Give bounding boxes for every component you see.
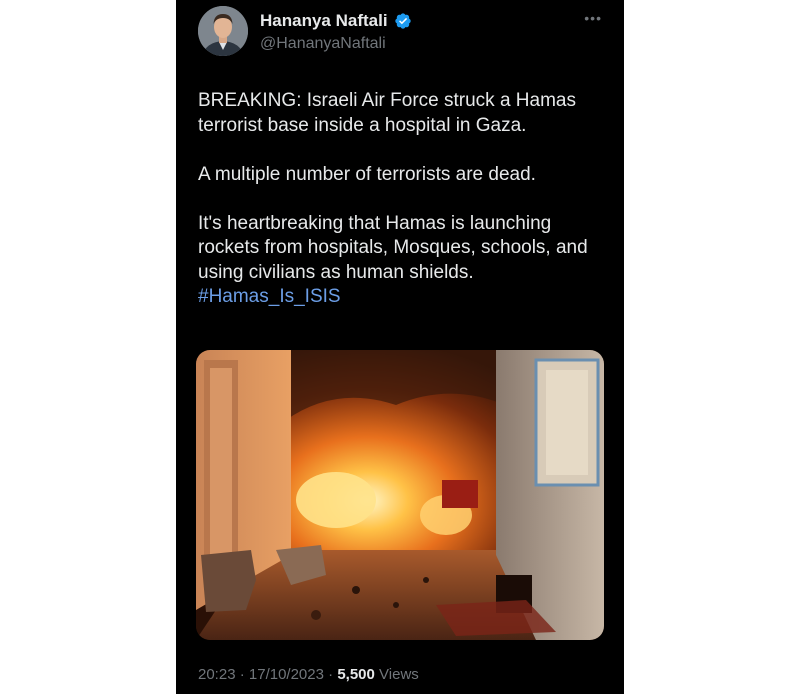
- more-options-icon[interactable]: •••: [584, 10, 602, 26]
- attached-photo: [196, 350, 604, 640]
- meta-separator: ·: [239, 666, 245, 683]
- tweet-date[interactable]: 17/10/2023: [249, 666, 324, 683]
- author-handle[interactable]: @HananyaNaftali: [260, 35, 386, 53]
- tweet-meta: 20:23 · 17/10/2023 · 5,500 Views: [198, 666, 419, 683]
- hashtag-link[interactable]: #Hamas_Is_ISIS: [198, 285, 608, 310]
- author-name-row: Hananya Naftali: [260, 11, 412, 31]
- tweet-media-photo[interactable]: [196, 350, 604, 640]
- verified-badge-icon: [394, 12, 412, 30]
- views-label: Views: [379, 666, 419, 683]
- tweet-body: BREAKING: Israeli Air Force struck a Ham…: [198, 89, 608, 310]
- tweet-paragraph-text: It's heartbreaking that Hamas is launchi…: [198, 212, 588, 283]
- tweet-paragraph: It's heartbreaking that Hamas is launchi…: [198, 212, 608, 310]
- author-display-name[interactable]: Hananya Naftali: [260, 11, 388, 31]
- tweet-card: Hananya Naftali @HananyaNaftali ••• BREA…: [176, 0, 624, 694]
- author-avatar[interactable]: [198, 6, 248, 56]
- avatar-image: [198, 6, 248, 56]
- tweet-time[interactable]: 20:23: [198, 666, 236, 683]
- tweet-paragraph: A multiple number of terrorists are dead…: [198, 163, 536, 185]
- meta-separator: ·: [328, 666, 334, 683]
- tweet-paragraph: BREAKING: Israeli Air Force struck a Ham…: [198, 90, 576, 136]
- views-count: 5,500: [337, 666, 375, 683]
